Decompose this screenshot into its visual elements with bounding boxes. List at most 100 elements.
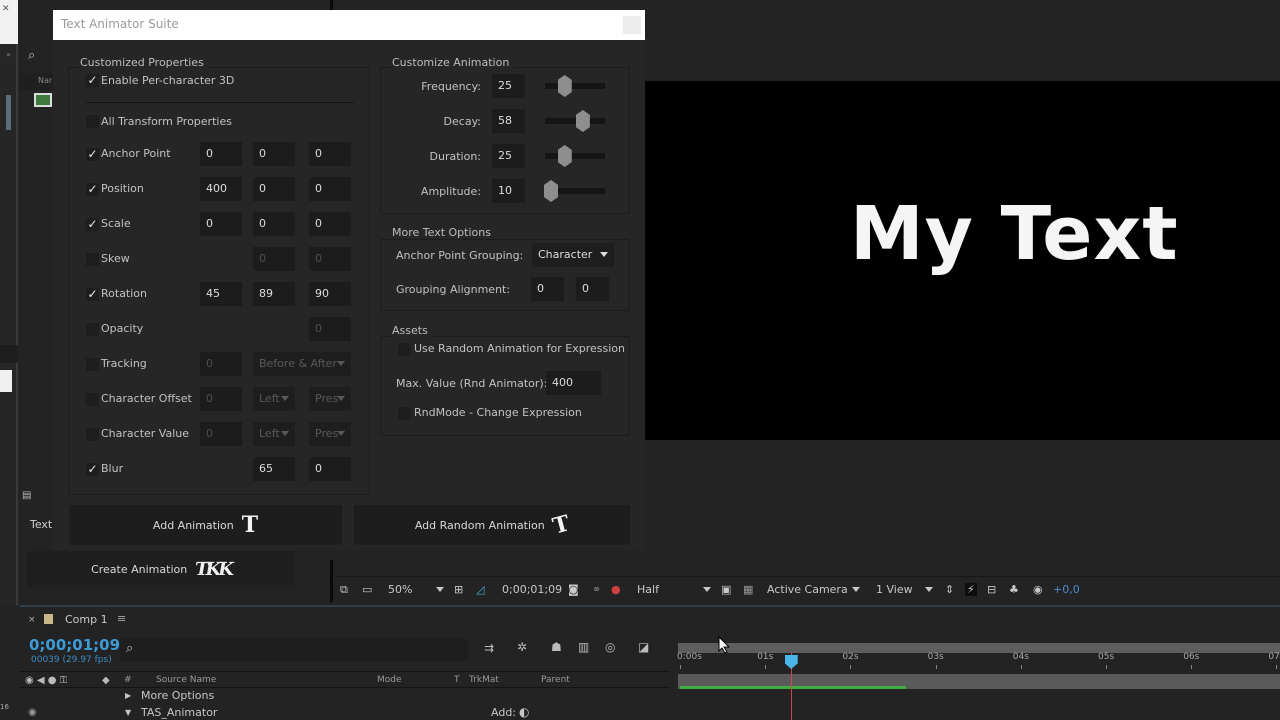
- viewer-timecode[interactable]: 0;00;01;09: [502, 583, 562, 596]
- view-layout-dropdown[interactable]: 1 View: [876, 583, 913, 596]
- flowchart-icon[interactable]: ♣: [1009, 583, 1019, 596]
- channel-icon[interactable]: ●: [611, 583, 621, 596]
- property-value-input[interactable]: 0: [253, 177, 295, 201]
- property-more-options[interactable]: More Options: [141, 689, 214, 702]
- camera-dropdown[interactable]: Active Camera: [767, 583, 848, 596]
- region-of-interest-icon[interactable]: ⊞: [454, 583, 463, 596]
- column-parent[interactable]: Parent: [541, 675, 570, 685]
- chevron-down-icon[interactable]: [852, 587, 860, 592]
- slider-value-input[interactable]: 25: [492, 144, 525, 168]
- grouping-alignment-x[interactable]: 0: [531, 277, 564, 301]
- all-transform-checkbox[interactable]: [86, 115, 99, 128]
- add-random-animation-button[interactable]: Add Random Animation T: [354, 505, 630, 545]
- close-icon[interactable]: ✕: [2, 4, 10, 14]
- plugin-titlebar[interactable]: Text Animator Suite: [53, 10, 645, 40]
- property-value-input[interactable]: 65: [253, 457, 295, 481]
- comp-tab[interactable]: Comp 1: [65, 613, 108, 626]
- layer-search-input[interactable]: ⌕: [120, 639, 468, 661]
- column-source-name[interactable]: Source Name: [156, 675, 216, 685]
- use-random-checkbox[interactable]: [398, 343, 411, 356]
- monitor-icon[interactable]: ▭: [362, 583, 372, 596]
- property-value-input[interactable]: 0: [309, 247, 351, 271]
- property-checkbox[interactable]: ✓: [86, 463, 99, 476]
- property-checkbox[interactable]: [86, 428, 99, 441]
- text-tab[interactable]: Text: [30, 518, 52, 531]
- property-checkbox[interactable]: ✓: [86, 218, 99, 231]
- slider-value-input[interactable]: 10: [492, 179, 525, 203]
- property-checkbox[interactable]: [86, 393, 99, 406]
- toggle-pixel-aspect-icon[interactable]: ⇕: [945, 583, 954, 596]
- current-time-indicator-handle[interactable]: [784, 655, 798, 669]
- property-value-input[interactable]: 0: [309, 212, 351, 236]
- transparency-grid-icon[interactable]: ▦: [743, 583, 753, 596]
- property-checkbox[interactable]: ✓: [86, 148, 99, 161]
- property-value-input[interactable]: 0: [309, 317, 351, 341]
- add-animation-button[interactable]: Add Animation T: [69, 505, 342, 545]
- enable-3d-checkbox[interactable]: ✓: [86, 74, 99, 87]
- always-preview-icon[interactable]: ⧉: [340, 583, 348, 597]
- property-value-input[interactable]: 0: [253, 247, 295, 271]
- add-property-button-icon[interactable]: ◐: [519, 705, 529, 719]
- grouping-alignment-y[interactable]: 0: [576, 277, 609, 301]
- timeline-icon[interactable]: ⊟: [987, 583, 996, 596]
- exposure-reset-icon[interactable]: ◉: [1033, 583, 1043, 596]
- expand-icon[interactable]: »: [6, 50, 11, 59]
- column-t[interactable]: T: [454, 675, 460, 685]
- time-ruler[interactable]: 0:00s 01s 02s 03s 04s 05s 06s 07s: [674, 637, 1280, 720]
- shy-layers-icon[interactable]: ☗: [551, 640, 562, 654]
- viewer-text-layer[interactable]: My Text: [850, 191, 1179, 277]
- slider-value-input[interactable]: 58: [492, 109, 525, 133]
- property-option-dropdown[interactable]: Pres: [309, 387, 351, 411]
- collapse-arrow-icon[interactable]: ▼: [125, 708, 131, 717]
- column-trkmat[interactable]: TrkMat: [469, 675, 499, 685]
- exposure-value[interactable]: +0,0: [1053, 583, 1080, 596]
- chevron-down-icon[interactable]: [925, 587, 933, 592]
- property-value-input[interactable]: 0: [309, 142, 351, 166]
- rndmode-checkbox[interactable]: [398, 407, 411, 420]
- property-value-input[interactable]: 0: [309, 177, 351, 201]
- fast-preview-icon[interactable]: ▣: [721, 583, 731, 596]
- composition-viewer[interactable]: My Text: [645, 81, 1280, 440]
- property-checkbox[interactable]: [86, 323, 99, 336]
- slider-value-input[interactable]: 25: [492, 74, 525, 98]
- max-value-input[interactable]: 400: [546, 371, 601, 395]
- property-value-input[interactable]: 0: [309, 457, 351, 481]
- slider-track[interactable]: [545, 153, 605, 159]
- property-value-input[interactable]: 0: [200, 422, 242, 446]
- search-icon[interactable]: ⌕: [28, 48, 35, 63]
- pen-icon[interactable]: [0, 370, 12, 392]
- footage-icon[interactable]: [34, 93, 52, 107]
- draft-3d-icon[interactable]: ✲: [517, 640, 527, 654]
- close-tab-icon[interactable]: ×: [28, 615, 36, 625]
- create-animation-button[interactable]: Create Animation TKK: [27, 551, 295, 587]
- property-checkbox[interactable]: ✓: [86, 183, 99, 196]
- property-value-input[interactable]: 0: [200, 352, 242, 376]
- comp-mini-flowchart-icon[interactable]: ⇉: [484, 641, 494, 655]
- fast-draft-icon[interactable]: ⚡: [965, 583, 977, 596]
- property-value-input[interactable]: 89: [253, 282, 295, 306]
- zoom-dropdown[interactable]: 50%: [388, 583, 412, 596]
- character-panel-icon[interactable]: ▤: [22, 490, 31, 501]
- property-value-input[interactable]: 0: [253, 142, 295, 166]
- expand-arrow-icon[interactable]: ▶: [125, 691, 131, 700]
- current-timecode[interactable]: 0;00;01;09: [29, 636, 120, 654]
- anchor-grouping-dropdown[interactable]: Character: [532, 243, 614, 267]
- chevron-down-icon[interactable]: [436, 587, 444, 592]
- property-option-dropdown[interactable]: Left: [253, 422, 295, 446]
- property-value-input[interactable]: 0: [253, 212, 295, 236]
- mask-path-icon[interactable]: ◿: [476, 583, 484, 596]
- graph-editor-icon[interactable]: ◪: [638, 640, 649, 654]
- frame-blending-icon[interactable]: ▥: [578, 640, 589, 654]
- property-checkbox[interactable]: [86, 253, 99, 266]
- slider-track[interactable]: [545, 118, 605, 124]
- panel-menu-icon[interactable]: ≡: [117, 612, 126, 625]
- tracking-type-dropdown[interactable]: Before & After: [253, 352, 351, 376]
- chevron-down-icon[interactable]: [703, 587, 711, 592]
- property-checkbox[interactable]: ✓: [86, 288, 99, 301]
- property-option-dropdown[interactable]: Left: [253, 387, 295, 411]
- property-value-input[interactable]: 45: [200, 282, 242, 306]
- snapshot-icon[interactable]: ◙: [568, 583, 579, 596]
- visibility-eye-icon[interactable]: ◉: [28, 707, 37, 718]
- property-value-input[interactable]: 0: [200, 142, 242, 166]
- property-value-input[interactable]: 400: [200, 177, 242, 201]
